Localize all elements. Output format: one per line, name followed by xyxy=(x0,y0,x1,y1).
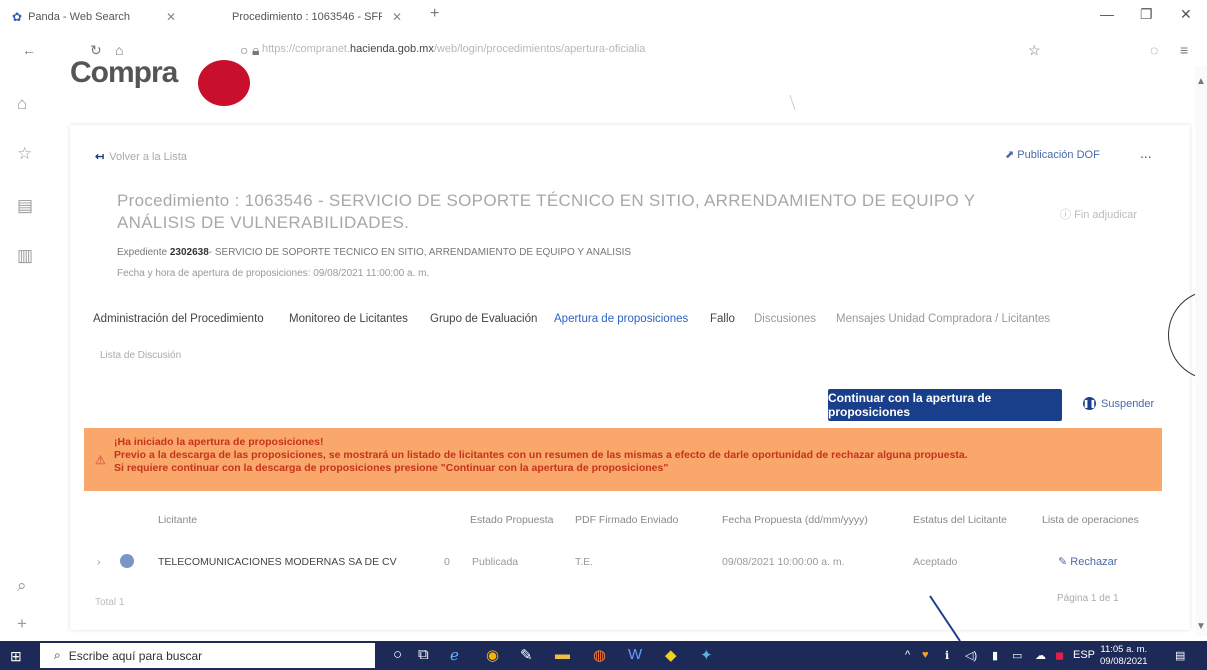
system-clock[interactable]: 11:05 a. m. 09/08/2021 xyxy=(1100,644,1148,668)
page-scrollbar[interactable]: ▲ ▼ xyxy=(1195,66,1207,636)
tray-chevron-icon[interactable]: ^ xyxy=(905,649,910,661)
search-icon: ⌕ xyxy=(54,648,61,662)
app-icon[interactable]: ✎ xyxy=(520,646,533,664)
chat-icon[interactable]: ◆ xyxy=(665,646,677,664)
windows-taskbar: ⊞ ⌕ Escribe aquí para buscar ○ ⧉ ℯ ◉ ✎ ▬… xyxy=(0,641,1207,670)
volume-icon[interactable]: ◁) xyxy=(965,649,977,662)
taskbar-search-input[interactable]: ⌕ Escribe aquí para buscar xyxy=(40,643,375,668)
display-icon[interactable]: ▭ xyxy=(1012,649,1022,662)
scroll-up-icon[interactable]: ▲ xyxy=(1196,76,1206,87)
search-placeholder: Escribe aquí para buscar xyxy=(68,648,203,663)
annotation-arrow-line xyxy=(929,595,961,642)
tray-app-icon[interactable]: ♥ xyxy=(922,649,929,661)
security-icon[interactable]: ◼ xyxy=(1055,649,1064,662)
chrome-icon[interactable]: ◉ xyxy=(486,646,499,664)
battery-icon[interactable]: ▮ xyxy=(992,649,998,662)
language-indicator[interactable]: ESP xyxy=(1073,649,1095,661)
file-explorer-icon[interactable]: ▬ xyxy=(555,646,570,663)
cortana-icon[interactable]: ○ xyxy=(393,646,402,663)
scroll-down-icon[interactable]: ▼ xyxy=(1196,621,1206,632)
firefox-icon[interactable]: ◍ xyxy=(593,646,606,664)
clock-date: 09/08/2021 xyxy=(1100,656,1148,667)
clock-time: 11:05 a. m. xyxy=(1100,644,1148,655)
network-icon[interactable]: ℹ xyxy=(945,649,949,662)
task-view-icon[interactable]: ⧉ xyxy=(418,646,429,663)
word-icon[interactable]: W xyxy=(628,646,642,663)
notifications-icon[interactable]: ▤ xyxy=(1175,649,1185,662)
app-icon-2[interactable]: ✦ xyxy=(700,646,713,664)
windows-start-icon[interactable]: ⊞ xyxy=(10,648,22,665)
stray-mark xyxy=(789,94,796,111)
annotation-overlay xyxy=(789,94,961,642)
onedrive-icon[interactable]: ☁ xyxy=(1035,649,1046,662)
edge-icon[interactable]: ℯ xyxy=(450,646,459,664)
